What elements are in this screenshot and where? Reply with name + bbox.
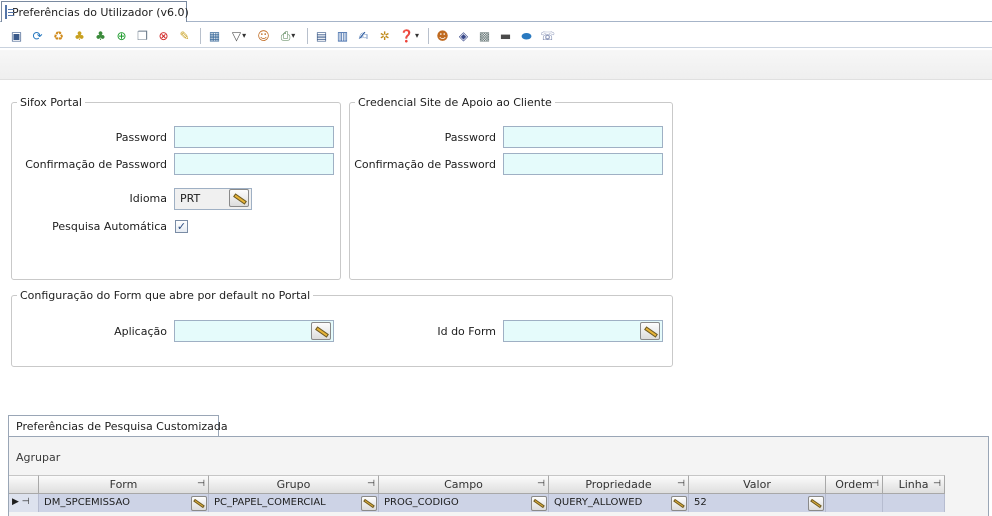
tab-preferencias-pesquisa[interactable]: Preferências de Pesquisa Customizada	[8, 415, 228, 437]
pencil-icon	[673, 498, 685, 509]
idform-lookup-button[interactable]	[640, 322, 660, 340]
credencial-confirm-password-input[interactable]	[503, 153, 663, 175]
grid-header: Form ⊣ Grupo ⊣ Campo ⊣ Propriedade ⊣ Valor O…	[9, 475, 945, 494]
pin-icon[interactable]: ⊣	[677, 476, 685, 493]
idioma-label: Idioma	[129, 192, 167, 205]
pin-icon[interactable]: ⊣	[871, 476, 879, 493]
card-icon[interactable]: ▬	[497, 27, 514, 44]
pin-icon[interactable]: ⊣	[537, 476, 545, 493]
idioma-value: PRT	[180, 192, 201, 205]
calculator-icon[interactable]: ▥	[334, 27, 351, 44]
document-icon	[5, 5, 14, 19]
cell-form[interactable]: DM_SPCEMISSAO	[39, 494, 209, 512]
pencil-icon	[315, 326, 329, 338]
refresh-icon[interactable]: ⟳	[29, 27, 46, 44]
idform-label: Id do Form	[437, 325, 496, 338]
phone-icon[interactable]: ☏	[539, 27, 556, 44]
toolbar: ▣ ⟳ ♻ ♣ ♣ ⊕ ❐ ⊗ ✎ ▦ ▽ ☺ ⎙ ▤ ▥ ✍ ✲ ❓ ☻ ◈ …	[0, 24, 992, 48]
print-icon[interactable]: ⎙	[276, 27, 300, 44]
database-icon[interactable]: ▩	[476, 27, 493, 44]
column-header-campo[interactable]: Campo ⊣	[379, 475, 549, 494]
sifox-confirm-password-input[interactable]	[174, 153, 334, 175]
group-icon[interactable]: ♣	[71, 27, 88, 44]
sifox-password-input[interactable]	[174, 126, 334, 148]
aplicacao-lookup-button[interactable]	[311, 322, 331, 340]
pencil-icon	[644, 326, 658, 338]
row-indicator-header	[9, 475, 39, 494]
cell-lookup-button[interactable]	[808, 496, 824, 511]
column-header-linha[interactable]: Linha ⊣	[883, 475, 945, 494]
pesquisa-automatica-label: Pesquisa Automática	[52, 220, 167, 233]
recycle-icon[interactable]: ♻	[50, 27, 67, 44]
calendar-icon[interactable]: ▤	[313, 27, 330, 44]
group-by-area[interactable]: Agrupar	[16, 451, 60, 464]
table-row[interactable]: ▶ ⊣ DM_SPCEMISSAO PC_PAPEL_COMERCIAL PRO…	[9, 494, 945, 512]
grid-panel: Agrupar Form ⊣ Grupo ⊣ Campo ⊣ Propriedade ⊣…	[8, 436, 989, 516]
toolbar-separator	[200, 27, 201, 44]
toolbar-separator	[307, 27, 308, 44]
cell-linha[interactable]	[883, 494, 945, 512]
pesquisa-automatica-checkbox[interactable]: ✓	[175, 220, 188, 233]
pin-icon[interactable]: ⊣	[197, 476, 205, 493]
column-header-grupo[interactable]: Grupo ⊣	[209, 475, 379, 494]
cell-propriedade[interactable]: QUERY_ALLOWED	[549, 494, 689, 512]
config-form-legend: Configuração do Form que abre por defaul…	[20, 289, 311, 302]
credencial-password-input[interactable]	[503, 126, 663, 148]
header-band	[0, 50, 992, 80]
copy-icon[interactable]: ❐	[134, 27, 151, 44]
aplicacao-label: Aplicação	[114, 325, 167, 338]
idioma-lookup[interactable]	[227, 188, 251, 210]
shield-icon[interactable]: ◈	[455, 27, 472, 44]
note-icon[interactable]: ✎	[176, 27, 193, 44]
window-tab[interactable]: Preferências do Utilizador (v6.0)	[1, 1, 189, 22]
idform-field[interactable]	[503, 320, 663, 342]
column-header-propriedade[interactable]: Propriedade ⊣	[549, 475, 689, 494]
cell-lookup-button[interactable]	[531, 496, 547, 511]
window-tabstrip: Preferências do Utilizador (v6.0)	[0, 0, 992, 22]
pin-icon[interactable]: ⊣	[933, 476, 941, 493]
settings-icon[interactable]: ✲	[376, 27, 393, 44]
edit-doc-icon[interactable]: ✍	[355, 27, 372, 44]
credencial-password-label: Password	[444, 131, 496, 144]
cell-grupo[interactable]: PC_PAPEL_COMERCIAL	[209, 494, 379, 512]
credencial-confirm-password-label: Confirmação de Password	[354, 158, 496, 171]
save-icon[interactable]: ▣	[8, 27, 25, 44]
pencil-icon	[533, 498, 545, 509]
sifox-portal-legend: Sifox Portal	[20, 96, 82, 109]
row-indicator[interactable]: ▶ ⊣	[9, 494, 39, 512]
users-icon[interactable]: ☻	[434, 27, 451, 44]
pencil-icon	[193, 498, 205, 509]
pencil-icon	[233, 193, 247, 205]
group-add-icon[interactable]: ♣	[92, 27, 109, 44]
cell-lookup-button[interactable]	[671, 496, 687, 511]
cell-campo[interactable]: PROG_CODIGO	[379, 494, 549, 512]
sifox-confirm-password-label: Confirmação de Password	[25, 158, 167, 171]
cell-lookup-button[interactable]	[191, 496, 207, 511]
sifox-password-label: Password	[115, 131, 167, 144]
column-header-form[interactable]: Form ⊣	[39, 475, 209, 494]
pencil-icon	[363, 498, 375, 509]
user-icon[interactable]: ☺	[255, 27, 272, 44]
delete-icon[interactable]: ⊗	[155, 27, 172, 44]
idioma-lookup-button[interactable]	[229, 189, 249, 207]
column-header-ordem[interactable]: Ordem ⊣	[826, 475, 883, 494]
add-icon[interactable]: ⊕	[113, 27, 130, 44]
column-header-valor[interactable]: Valor	[689, 475, 826, 494]
window-tab-title: Preferências do Utilizador (v6.0)	[12, 5, 189, 19]
link-icon[interactable]: ⬬	[518, 27, 535, 44]
filter-icon[interactable]: ▽	[227, 27, 251, 44]
help-icon[interactable]: ❓	[397, 27, 421, 44]
pin-icon[interactable]: ⊣	[367, 476, 375, 493]
credencial-legend: Credencial Site de Apoio ao Cliente	[358, 96, 552, 109]
credencial-group: Credencial Site de Apoio ao Cliente	[349, 96, 673, 280]
aplicacao-field[interactable]	[174, 320, 334, 342]
cell-valor[interactable]: 52	[689, 494, 826, 512]
idioma-field[interactable]: PRT	[174, 188, 252, 210]
pencil-icon	[810, 498, 822, 509]
cell-ordem[interactable]	[826, 494, 883, 512]
toolbar-separator	[428, 27, 429, 44]
cell-lookup-button[interactable]	[361, 496, 377, 511]
export-icon[interactable]: ▦	[206, 27, 223, 44]
